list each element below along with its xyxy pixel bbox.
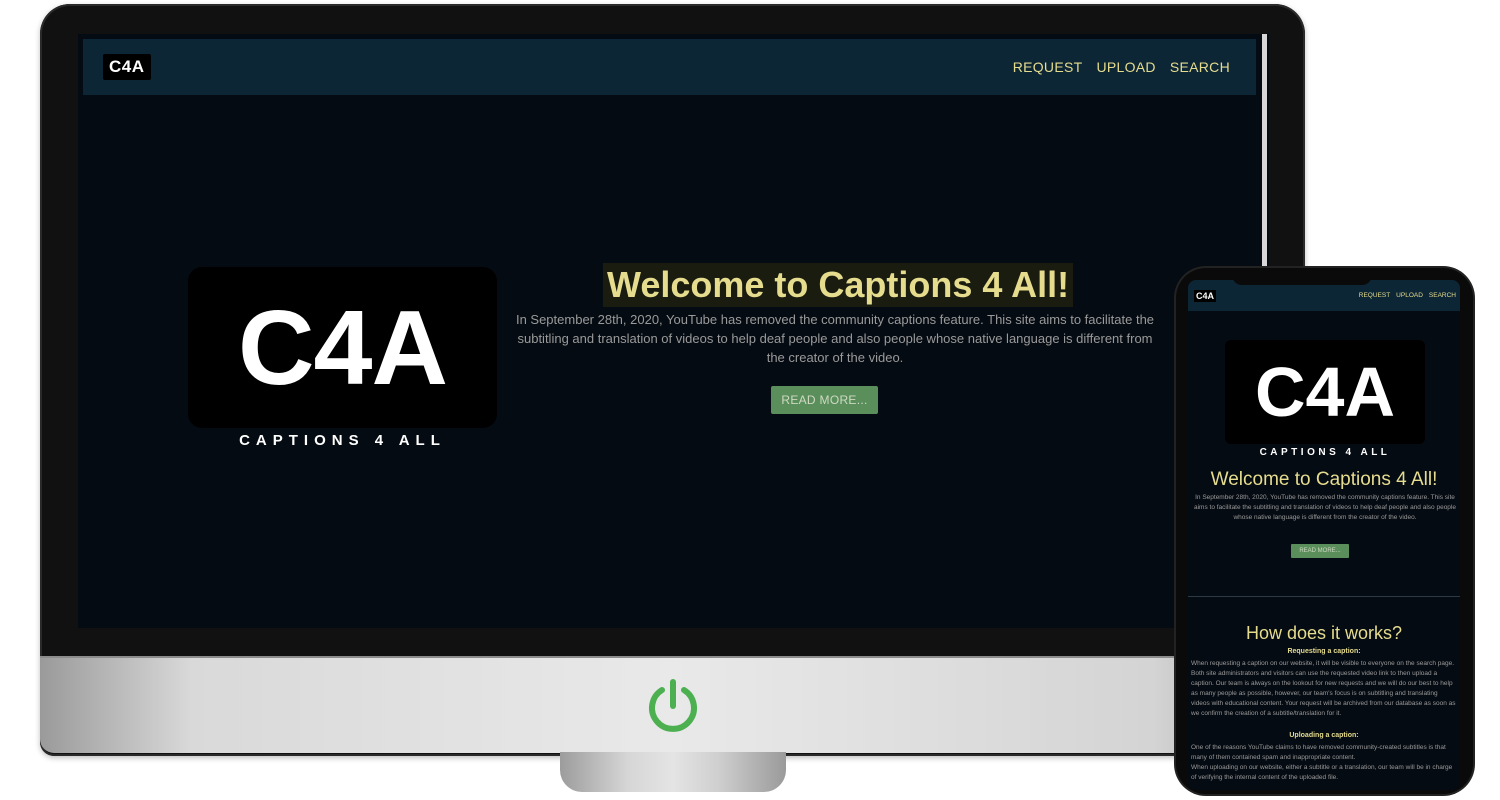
uploading-caption-text-1: One of the reasons YouTube claims to hav…: [1191, 744, 1446, 761]
how-it-works-title: How does it works?: [1245, 623, 1403, 643]
section-divider: [1188, 596, 1460, 597]
monitor-stand: [560, 752, 786, 792]
hero-tagline: CAPTIONS 4 ALL: [239, 432, 446, 449]
hero-logo-text: C4A: [237, 288, 448, 407]
mobile-read-more-button[interactable]: READ MORE...: [1291, 544, 1349, 558]
nav-link-search[interactable]: SEARCH: [1170, 59, 1230, 75]
phone-screen: C4A REQUEST UPLOAD SEARCH C4A CAPTIONS 4…: [1188, 280, 1460, 790]
uploading-caption-text-2: When uploading on our website, either a …: [1191, 764, 1453, 781]
brand-logo[interactable]: C4A: [103, 54, 151, 80]
mobile-nav-link-upload[interactable]: UPLOAD: [1396, 292, 1423, 299]
nav-link-upload[interactable]: UPLOAD: [1096, 59, 1155, 75]
power-icon[interactable]: [644, 676, 702, 734]
navbar: C4A REQUEST UPLOAD SEARCH: [83, 39, 1256, 95]
hero-logo: C4A: [188, 267, 497, 428]
uploading-caption-title: Uploading a caption:: [1289, 732, 1359, 739]
hero-title: Welcome to Captions 4 All!: [603, 263, 1074, 307]
mobile-hero-description: In September 28th, 2020, YouTube has rem…: [1194, 494, 1456, 521]
mobile-nav-link-request[interactable]: REQUEST: [1359, 292, 1390, 299]
phone-notch: [1232, 271, 1372, 285]
mobile-nav-link-search[interactable]: SEARCH: [1429, 292, 1456, 299]
mobile-nav-links: REQUEST UPLOAD SEARCH: [1359, 292, 1456, 299]
mobile-hero-title: Welcome to Captions 4 All!: [1210, 469, 1438, 490]
mobile-hero-tagline: CAPTIONS 4 ALL: [1259, 447, 1391, 458]
nav-links: REQUEST UPLOAD SEARCH: [1013, 59, 1230, 75]
requesting-caption-title: Requesting a caption:: [1287, 648, 1361, 655]
hero-description: In September 28th, 2020, YouTube has rem…: [515, 312, 1155, 365]
read-more-button[interactable]: READ MORE...: [771, 386, 878, 414]
requesting-caption-text: When requesting a caption on our website…: [1191, 660, 1456, 717]
mobile-brand-logo[interactable]: C4A: [1194, 289, 1217, 302]
mobile-hero-logo-text: C4A: [1254, 353, 1396, 431]
desktop-screen: C4A REQUEST UPLOAD SEARCH C4A CAPTIONS 4…: [78, 34, 1269, 628]
mobile-hero-logo: C4A: [1225, 340, 1425, 444]
nav-link-request[interactable]: REQUEST: [1013, 59, 1083, 75]
